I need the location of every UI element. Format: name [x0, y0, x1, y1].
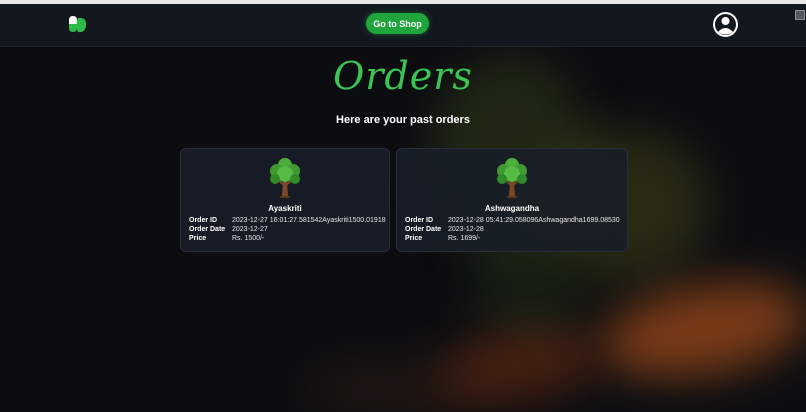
price-value: Rs. 1699/- — [448, 235, 481, 242]
product-name: Ayaskriti — [268, 204, 302, 213]
page-title: Orders — [333, 54, 473, 98]
tree-icon — [270, 158, 300, 198]
price-label: Price — [189, 235, 207, 242]
pill-leaf-logo[interactable] — [66, 14, 88, 34]
order-id-value: 2023-12-28 05:41:29.058096Ashwagandha169… — [448, 217, 620, 224]
order-date-row: Order Date 2023-12-28 — [405, 226, 484, 233]
order-date-row: Order Date 2023-12-27 — [189, 226, 268, 233]
go-to-shop-button[interactable]: Go to Shop — [366, 13, 429, 34]
order-id-label: Order ID — [405, 217, 434, 224]
order-date-value: 2023-12-28 — [448, 226, 484, 233]
order-id-row: Order ID 2023-12-27 16:01:27.581542Ayaskr… — [189, 217, 386, 224]
product-name: Ashwagandha — [484, 204, 540, 213]
price-row: Price Rs. 1699/- — [405, 235, 480, 242]
order-card: Ashwagandha Order ID 2023-12-28 05:41:29.… — [396, 148, 628, 252]
order-card: Ayaskriti Order ID 2023-12-27 16:01:27.58… — [180, 148, 390, 252]
navbar: Go to Shop — [0, 4, 806, 47]
order-id-row: Order ID 2023-12-28 05:41:29.058096Ashwag… — [405, 217, 620, 224]
user-avatar-icon[interactable] — [712, 11, 739, 38]
tree-icon — [497, 158, 527, 198]
order-date-label: Order Date — [405, 226, 442, 233]
price-value: Rs. 1500/- — [232, 235, 265, 242]
price-label: Price — [405, 235, 423, 242]
order-date-label: Order Date — [189, 226, 226, 233]
page-subtitle: Here are your past orders — [336, 114, 470, 126]
price-row: Price Rs. 1500/- — [189, 235, 264, 242]
order-date-value: 2023-12-27 — [232, 226, 268, 233]
order-id-value: 2023-12-27 16:01:27.581542Ayaskriti1500.… — [232, 217, 386, 224]
window-control-icon[interactable] — [795, 10, 805, 20]
order-id-label: Order ID — [189, 217, 218, 224]
